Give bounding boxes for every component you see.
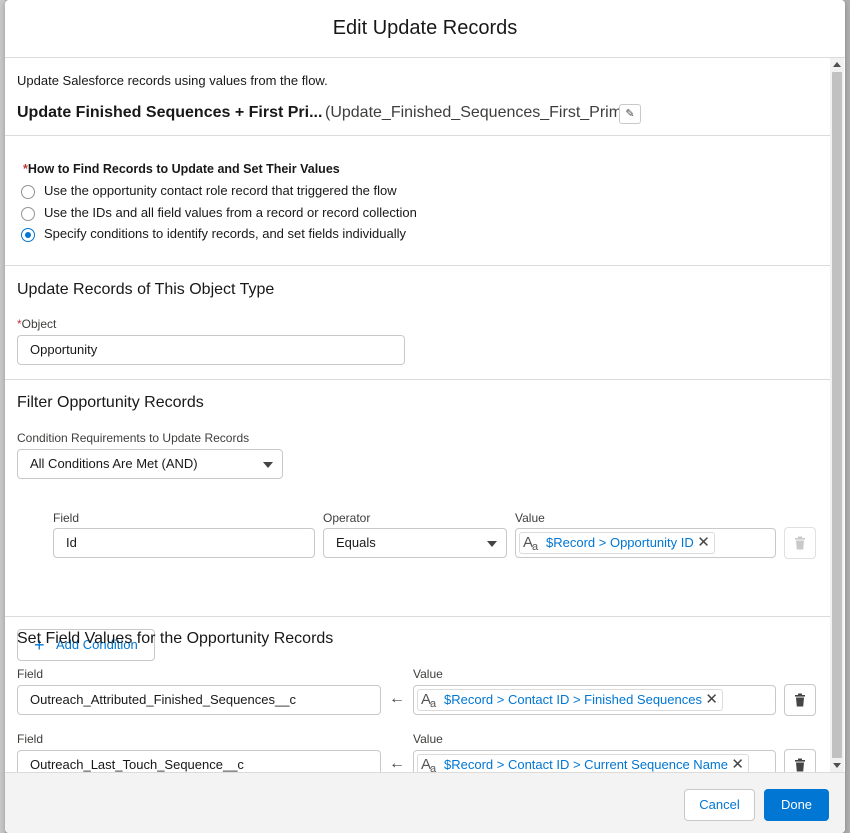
object-section: Update Records of This Object Type *Obje… [5, 266, 830, 380]
left-arrow-icon: ← [389, 755, 405, 772]
assignment-field-label: Field [17, 732, 44, 746]
scroll-thumb[interactable] [832, 72, 842, 758]
condition-field-label: Field [53, 511, 80, 525]
radio-option-record-ids[interactable]: Use the IDs and all field values from a … [21, 205, 417, 221]
element-api-name: (Update_Finished_Sequences_First_Prim... [325, 104, 636, 121]
modal-footer: Cancel Done [5, 772, 845, 833]
how-to-find-label: *How to Find Records to Update and Set T… [23, 162, 340, 176]
how-to-find-section: *How to Find Records to Update and Set T… [5, 136, 830, 266]
condition-requirements-select[interactable]: All Conditions Are Met (AND) [17, 449, 283, 479]
assignment-field-label: Field [17, 667, 44, 681]
filter-section-title: Filter Opportunity Records [17, 394, 204, 411]
object-input[interactable]: Opportunity [17, 335, 405, 365]
filter-section: Filter Opportunity Records Condition Req… [5, 380, 830, 661]
pencil-icon: ✎ [625, 108, 635, 120]
delete-condition-button[interactable] [784, 527, 816, 559]
trash-icon [795, 536, 805, 550]
modal-body: Update Salesforce records using values f… [5, 58, 845, 772]
modal-title: Edit Update Records [332, 17, 518, 39]
element-description: Update Salesforce records using values f… [17, 73, 328, 88]
edit-update-records-modal: Edit Update Records Update Salesforce re… [5, 0, 845, 833]
condition-value-input[interactable]: Aa $Record > Opportunity ID ✕ [515, 528, 776, 558]
cancel-button[interactable]: Cancel [684, 789, 755, 821]
element-properties-section: Update Salesforce records using values f… [5, 58, 830, 136]
left-arrow-icon: ← [389, 690, 405, 707]
object-section-title: Update Records of This Object Type [17, 281, 275, 298]
close-icon[interactable]: ✕ [705, 690, 718, 710]
object-label: *Object [17, 317, 57, 331]
set-field-values-title: Set Field Values for the Opportunity Rec… [17, 630, 334, 647]
edit-label-button[interactable]: ✎ [619, 104, 641, 124]
scroll-down-icon[interactable] [833, 763, 841, 768]
set-field-values-section: Set Field Values for the Opportunity Rec… [5, 617, 830, 772]
modal-header: Edit Update Records [5, 0, 845, 58]
assignment-value-pill[interactable]: Aa $Record > Contact ID > Finished Seque… [417, 689, 723, 711]
close-icon[interactable]: ✕ [731, 755, 744, 772]
assignment-value-label: Value [413, 667, 443, 681]
text-type-icon: Aa [421, 756, 436, 772]
done-button[interactable]: Done [764, 789, 829, 821]
text-type-icon: Aa [523, 534, 538, 553]
condition-value-label: Value [515, 511, 545, 525]
radio-option-triggering-record[interactable]: Use the opportunity contact role record … [21, 183, 397, 199]
scroll-up-icon[interactable] [833, 62, 841, 67]
radio-button[interactable] [21, 184, 35, 199]
trash-icon [795, 693, 805, 707]
condition-requirements-label: Condition Requirements to Update Records [17, 431, 250, 445]
assignment-field-input[interactable]: Outreach_Attributed_Finished_Sequences__… [17, 685, 381, 715]
radio-button-selected[interactable] [21, 227, 35, 242]
assignment-field-input[interactable]: Outreach_Last_Touch_Sequence__c [17, 750, 381, 772]
radio-option-specify-conditions[interactable]: Specify conditions to identify records, … [21, 226, 406, 242]
delete-assignment-button[interactable] [784, 749, 816, 772]
assignment-value-label: Value [413, 732, 443, 746]
condition-field-input[interactable]: Id [53, 528, 315, 558]
condition-value-pill[interactable]: Aa $Record > Opportunity ID ✕ [519, 532, 715, 554]
assignment-value-input[interactable]: Aa $Record > Contact ID > Current Sequen… [413, 750, 776, 772]
close-icon[interactable]: ✕ [697, 533, 710, 553]
condition-operator-label: Operator [323, 511, 371, 525]
delete-assignment-button[interactable] [784, 684, 816, 716]
assignment-value-pill[interactable]: Aa $Record > Contact ID > Current Sequen… [417, 754, 749, 772]
assignment-value-input[interactable]: Aa $Record > Contact ID > Finished Seque… [413, 685, 776, 715]
element-label: Update Finished Sequences + First Pri... [17, 104, 323, 121]
condition-operator-select[interactable]: Equals [323, 528, 507, 558]
trash-icon [795, 758, 805, 772]
text-type-icon: Aa [421, 691, 436, 710]
chevron-down-icon [263, 462, 273, 468]
modal-scrollbar[interactable] [830, 58, 844, 772]
chevron-down-icon [487, 541, 497, 547]
radio-button[interactable] [21, 206, 35, 221]
